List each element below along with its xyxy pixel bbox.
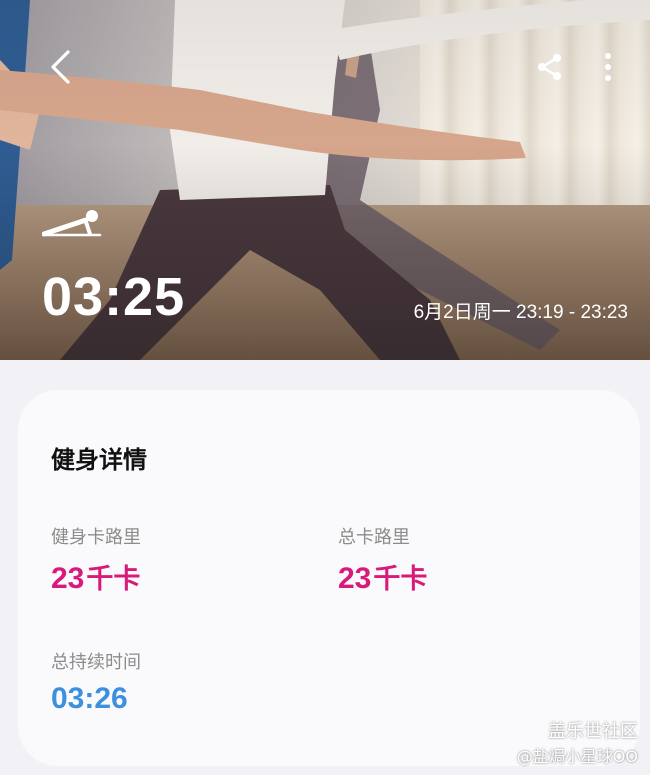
metric-value: 23千卡 (51, 557, 141, 596)
metric-label: 总持续时间 (51, 652, 141, 673)
back-button[interactable] (38, 45, 82, 89)
metric-workout-calories: 健身卡路里 23千卡 (51, 523, 141, 596)
share-icon (538, 54, 561, 80)
hero-banner: 03:25 6月2日周一 23:19 - 23:23 (0, 0, 650, 360)
watermark-community: 盖乐世社区 (548, 721, 638, 742)
metric-label: 健身卡路里 (51, 527, 141, 548)
metric-label: 总卡路里 (338, 527, 410, 548)
chevron-left-icon (51, 50, 70, 84)
metric-number: 03:26 (51, 682, 128, 715)
fitness-details-card: 健身详情 健身卡路里 23千卡 总卡路里 23千卡 总持续时间 03:26 (18, 390, 640, 766)
more-options-button[interactable] (586, 45, 630, 89)
metric-unit: 千卡 (86, 564, 141, 595)
metric-total-calories: 总卡路里 23千卡 (338, 523, 427, 596)
metric-number: 23 (338, 562, 372, 595)
metric-total-duration: 总持续时间 03:26 (51, 648, 141, 716)
watermark-author: @盐焗小星球OO (516, 747, 638, 766)
card-title: 健身详情 (51, 446, 147, 474)
metric-unit: 千卡 (373, 564, 428, 595)
metric-number: 23 (51, 562, 85, 595)
metric-value: 23千卡 (338, 557, 427, 596)
workout-plank-icon (42, 210, 102, 237)
workout-duration: 03:25 (42, 267, 186, 327)
more-vertical-icon (605, 53, 611, 81)
share-button[interactable] (528, 45, 572, 89)
metric-value: 03:26 (51, 682, 141, 716)
session-time-range: 6月2日周一 23:19 - 23:23 (413, 302, 628, 323)
